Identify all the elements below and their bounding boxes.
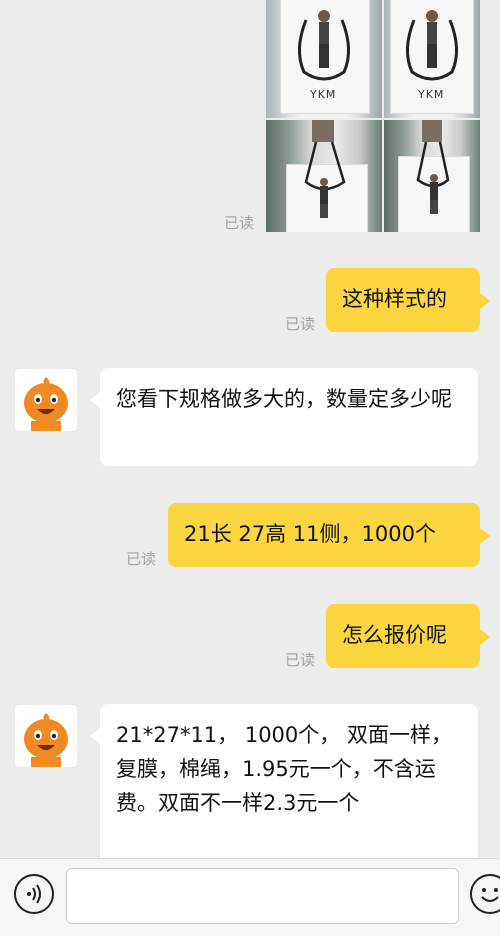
bubble-tail: [90, 392, 100, 408]
read-receipt: 已读: [126, 550, 157, 568]
bubble-tail: [90, 728, 100, 744]
read-receipt: 已读: [285, 315, 316, 333]
message-text: 21*27*11， 1000个， 双面一样，复膜，棉绳，1.95元一个，不含运费…: [116, 723, 452, 815]
bubble-tail: [480, 629, 490, 645]
read-receipt: 已读: [285, 651, 316, 669]
product-image-3[interactable]: [266, 120, 382, 232]
emoji-icon[interactable]: [470, 874, 500, 914]
product-image-2[interactable]: YKM: [384, 0, 480, 118]
message-text: 怎么报价呢: [342, 623, 447, 647]
orange-mascot-icon: [24, 377, 68, 431]
read-receipt: 已读: [224, 214, 255, 232]
brand-label: YKM: [418, 88, 445, 101]
contact-message-bubble[interactable]: 您看下规格做多大的，数量定多少呢: [100, 368, 478, 466]
orange-mascot-icon: [24, 713, 68, 767]
product-image-1[interactable]: YKM: [266, 0, 382, 118]
my-message-bubble[interactable]: 这种样式的: [326, 268, 480, 332]
image-message[interactable]: YKM YKM: [266, 0, 480, 232]
message-input[interactable]: [66, 868, 459, 924]
brand-label: YKM: [310, 88, 337, 101]
bubble-tail: [480, 293, 490, 309]
my-message-bubble[interactable]: 21长 27高 11侧，1000个: [168, 503, 480, 567]
my-message-bubble[interactable]: 怎么报价呢: [326, 604, 480, 668]
input-bar: [0, 858, 500, 936]
message-text: 这种样式的: [342, 287, 447, 311]
message-text: 您看下规格做多大的，数量定多少呢: [116, 387, 452, 411]
chat-area[interactable]: YKM YKM 已读 这种样式的 已读 您看下规格做多大的，数量定多少呢 21长…: [0, 0, 500, 858]
voice-icon[interactable]: [14, 874, 54, 914]
contact-message-bubble[interactable]: 21*27*11， 1000个， 双面一样，复膜，棉绳，1.95元一个，不含运费…: [100, 704, 478, 858]
contact-avatar[interactable]: [15, 369, 77, 431]
bubble-tail: [480, 528, 490, 544]
message-text: 21长 27高 11侧，1000个: [184, 522, 436, 546]
product-image-4[interactable]: [384, 120, 480, 232]
contact-avatar[interactable]: [15, 705, 77, 767]
